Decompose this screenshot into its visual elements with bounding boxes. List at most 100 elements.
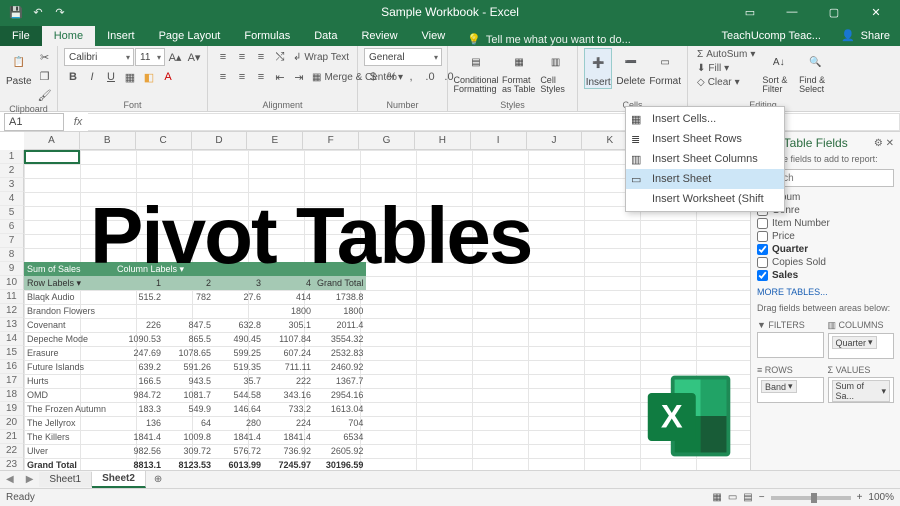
col-header[interactable]: D bbox=[192, 132, 248, 149]
row-header[interactable]: 4 bbox=[0, 192, 24, 206]
field-checkbox[interactable] bbox=[757, 231, 768, 242]
field-checkbox[interactable] bbox=[757, 244, 768, 255]
font-color-icon[interactable]: A bbox=[159, 68, 177, 86]
underline-icon[interactable]: U bbox=[102, 68, 120, 86]
tab-page-layout[interactable]: Page Layout bbox=[147, 26, 233, 46]
col-header[interactable]: J bbox=[527, 132, 583, 149]
format-cells-button[interactable]: ▭Format bbox=[649, 48, 681, 87]
close-icon[interactable]: ✕ bbox=[856, 0, 896, 24]
tell-me[interactable]: 💡 Tell me what you want to do... bbox=[467, 33, 631, 46]
number-format-combo[interactable]: General bbox=[364, 48, 442, 66]
align-middle-icon[interactable]: ≡ bbox=[233, 48, 251, 66]
clear-button[interactable]: ◇ Clear ▾ bbox=[694, 76, 758, 89]
row-header[interactable]: 6 bbox=[0, 220, 24, 234]
copy-icon[interactable]: ❐ bbox=[36, 67, 54, 85]
cell-styles-button[interactable]: ▥Cell Styles bbox=[540, 48, 571, 94]
inc-decimal-icon[interactable]: .0 bbox=[421, 68, 439, 86]
tab-home[interactable]: Home bbox=[42, 26, 95, 46]
border-icon[interactable]: ▦ bbox=[121, 68, 139, 86]
row-header[interactable]: 15 bbox=[0, 346, 24, 360]
bold-icon[interactable]: B bbox=[64, 68, 82, 86]
row-header[interactable]: 9 bbox=[0, 262, 24, 276]
orientation-icon[interactable]: ⤭ bbox=[271, 48, 289, 66]
sheet-tab-1[interactable]: Sheet1 bbox=[39, 472, 92, 487]
fill-color-icon[interactable]: ◧ bbox=[140, 68, 158, 86]
view-break-icon[interactable]: ▤ bbox=[743, 492, 752, 503]
font-name-combo[interactable]: Calibri bbox=[64, 48, 134, 66]
col-header[interactable]: I bbox=[471, 132, 527, 149]
name-box[interactable]: A1 bbox=[4, 113, 64, 131]
row-header[interactable]: 17 bbox=[0, 374, 24, 388]
maximize-icon[interactable]: ▢ bbox=[814, 0, 854, 24]
align-left-icon[interactable]: ≡ bbox=[214, 68, 232, 86]
decrease-font-icon[interactable]: A▾ bbox=[185, 48, 203, 66]
minimize-icon[interactable]: ― bbox=[772, 0, 812, 24]
fx-icon[interactable]: fx bbox=[68, 116, 88, 128]
row-header[interactable]: 14 bbox=[0, 332, 24, 346]
tab-insert[interactable]: Insert bbox=[95, 26, 147, 46]
tab-review[interactable]: Review bbox=[349, 26, 409, 46]
indent-dec-icon[interactable]: ⇤ bbox=[271, 68, 289, 86]
cut-icon[interactable]: ✂ bbox=[36, 48, 54, 66]
wrap-text-button[interactable]: ↲ Wrap Text bbox=[290, 48, 352, 66]
row-header[interactable]: 23 bbox=[0, 458, 24, 470]
sheet-nav-prev-icon[interactable]: ◀ bbox=[0, 474, 20, 485]
paste-button[interactable]: 📋 Paste bbox=[6, 48, 32, 87]
row-header[interactable]: 19 bbox=[0, 402, 24, 416]
delete-cells-button[interactable]: ➖Delete bbox=[616, 48, 645, 87]
row-header[interactable]: 11 bbox=[0, 290, 24, 304]
align-bottom-icon[interactable]: ≡ bbox=[252, 48, 270, 66]
currency-icon[interactable]: $ bbox=[364, 68, 382, 86]
more-tables-link[interactable]: MORE TABLES... bbox=[751, 284, 900, 300]
row-header[interactable]: 7 bbox=[0, 234, 24, 248]
insert-cells-button[interactable]: ➕Insert bbox=[584, 48, 612, 89]
row-header[interactable]: 12 bbox=[0, 304, 24, 318]
row-header[interactable]: 16 bbox=[0, 360, 24, 374]
row-header[interactable]: 18 bbox=[0, 388, 24, 402]
pivot-table[interactable]: Sum of SalesColumn Labels ▾Row Labels ▾1… bbox=[24, 262, 366, 470]
col-header[interactable]: A bbox=[24, 132, 80, 149]
zoom-in-icon[interactable]: + bbox=[857, 492, 863, 503]
field-checkbox[interactable] bbox=[757, 257, 768, 268]
format-as-table-button[interactable]: ▦Format as Table bbox=[502, 48, 536, 94]
col-header[interactable]: H bbox=[415, 132, 471, 149]
sheet-nav-next-icon[interactable]: ▶ bbox=[20, 474, 40, 485]
add-sheet-icon[interactable]: ⊕ bbox=[146, 474, 170, 485]
rows-chip[interactable]: Band ▾ bbox=[761, 380, 797, 393]
zoom-out-icon[interactable]: − bbox=[759, 492, 765, 503]
field-item[interactable]: Price bbox=[757, 230, 894, 243]
field-item[interactable]: Copies Sold bbox=[757, 256, 894, 269]
row-header[interactable]: 8 bbox=[0, 248, 24, 262]
comma-icon[interactable]: , bbox=[402, 68, 420, 86]
zoom-slider[interactable] bbox=[771, 496, 851, 500]
menu-insert-cells[interactable]: ▦Insert Cells... bbox=[626, 109, 784, 129]
row-header[interactable]: 13 bbox=[0, 318, 24, 332]
tab-view[interactable]: View bbox=[410, 26, 458, 46]
redo-icon[interactable]: ↷ bbox=[52, 4, 68, 20]
row-header[interactable]: 20 bbox=[0, 416, 24, 430]
col-header[interactable]: B bbox=[80, 132, 136, 149]
row-header[interactable]: 1 bbox=[0, 150, 24, 164]
columns-chip[interactable]: Quarter ▾ bbox=[832, 336, 877, 349]
align-center-icon[interactable]: ≡ bbox=[233, 68, 251, 86]
view-normal-icon[interactable]: ▦ bbox=[712, 492, 721, 503]
sort-filter-button[interactable]: A↓Sort & Filter bbox=[762, 48, 795, 94]
menu-insert-rows[interactable]: ≣Insert Sheet Rows bbox=[626, 129, 784, 149]
ribbon-options-icon[interactable]: ▭ bbox=[730, 0, 770, 24]
zoom-level[interactable]: 100% bbox=[868, 492, 894, 503]
row-header[interactable]: 21 bbox=[0, 430, 24, 444]
sheet-tab-2[interactable]: Sheet2 bbox=[92, 471, 146, 488]
share-button[interactable]: 👤 Share bbox=[831, 25, 900, 46]
italic-icon[interactable]: I bbox=[83, 68, 101, 86]
col-header[interactable]: F bbox=[303, 132, 359, 149]
area-values-box[interactable]: Sum of Sa... ▾ bbox=[828, 377, 895, 403]
menu-insert-columns[interactable]: ▥Insert Sheet Columns bbox=[626, 149, 784, 169]
row-header[interactable]: 5 bbox=[0, 206, 24, 220]
area-rows-box[interactable]: Band ▾ bbox=[757, 377, 824, 403]
row-header[interactable]: 2 bbox=[0, 164, 24, 178]
field-checkbox[interactable] bbox=[757, 218, 768, 229]
view-page-icon[interactable]: ▭ bbox=[728, 492, 737, 503]
field-item[interactable]: Item Number bbox=[757, 217, 894, 230]
col-header[interactable]: G bbox=[359, 132, 415, 149]
field-checkbox[interactable] bbox=[757, 270, 768, 281]
